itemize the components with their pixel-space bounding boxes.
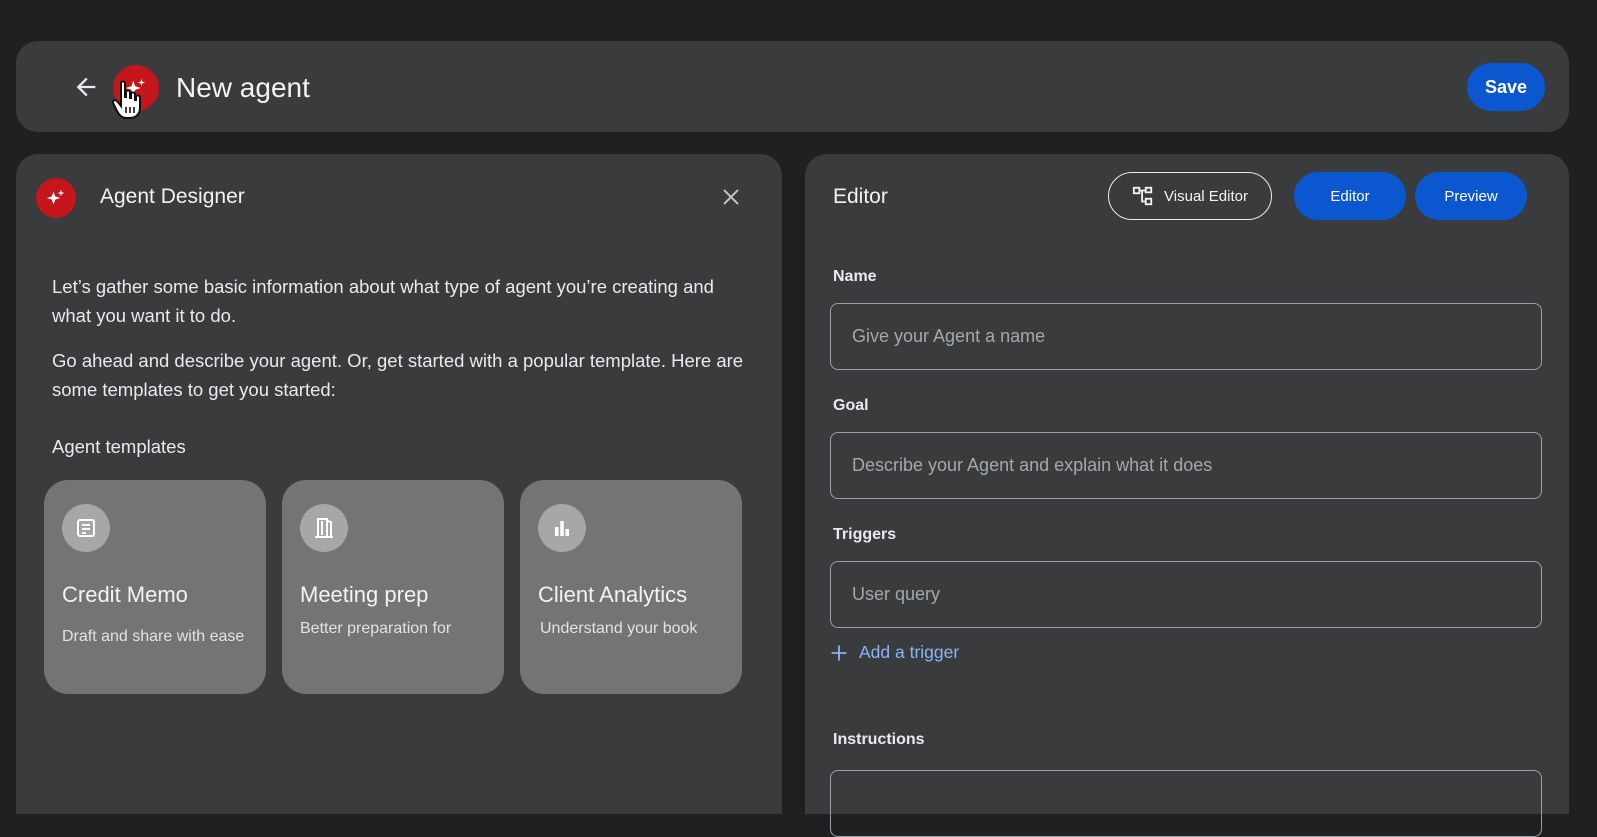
template-icon-wrapper <box>62 504 110 552</box>
template-title: Credit Memo <box>62 582 188 607</box>
goal-input[interactable] <box>830 432 1542 499</box>
name-input[interactable] <box>830 303 1542 370</box>
name-label: Name <box>833 268 877 285</box>
close-icon <box>723 189 739 205</box>
intro-paragraph: Let’s gather some basic information abou… <box>52 276 714 326</box>
template-card-credit-memo[interactable]: Credit Memo Draft and share with ease <box>44 480 266 694</box>
save-button[interactable]: Save <box>1467 63 1545 111</box>
designer-avatar <box>36 178 76 218</box>
top-bar: New agent Save <box>16 41 1569 132</box>
template-icon-wrapper <box>300 504 348 552</box>
template-icon-wrapper <box>538 504 586 552</box>
templates-heading: Agent templates <box>52 436 186 457</box>
visual-editor-button[interactable]: Visual Editor <box>1108 172 1272 220</box>
template-title: Client Analytics <box>538 582 688 607</box>
close-button[interactable] <box>716 182 746 212</box>
goal-label: Goal <box>833 397 869 414</box>
intro-paragraph: Go ahead and describe your agent. Or, ge… <box>52 350 744 400</box>
instructions-label: Instructions <box>833 731 925 748</box>
sparkle-icon <box>46 189 65 205</box>
visual-editor-label: Visual Editor <box>1164 187 1248 205</box>
door-icon <box>315 518 333 538</box>
back-button[interactable] <box>68 69 104 105</box>
agent-designer-panel: Agent Designer Let’s gather some basic i… <box>16 154 782 814</box>
preview-tab-button[interactable]: Preview <box>1415 172 1527 220</box>
designer-intro: Let’s gather some basic information abou… <box>52 272 752 420</box>
arrow-left-icon <box>76 77 96 97</box>
editor-title: Editor <box>833 185 888 208</box>
template-description: Draft and share with ease <box>62 628 245 645</box>
add-trigger-label: Add a trigger <box>859 642 960 662</box>
hand-cursor-icon <box>111 80 141 119</box>
template-description: Understand your book <box>540 620 698 637</box>
editor-tab-button[interactable]: Editor <box>1294 172 1406 220</box>
template-card-client-analytics[interactable]: Client Analytics Understand your book <box>520 480 742 694</box>
triggers-label: Triggers <box>833 526 897 543</box>
page-title: New agent <box>176 72 310 103</box>
designer-title: Agent Designer <box>100 185 245 208</box>
template-card-meeting-prep[interactable]: Meeting prep Better preparation for <box>282 480 504 694</box>
triggers-input[interactable] <box>830 561 1542 628</box>
template-description: Better preparation for <box>300 620 452 637</box>
bar-chart-icon <box>555 521 569 536</box>
add-trigger-link[interactable]: Add a trigger <box>829 642 959 663</box>
template-title: Meeting prep <box>300 582 429 607</box>
note-icon <box>77 519 95 537</box>
instructions-input[interactable] <box>830 770 1542 837</box>
flowchart-icon <box>1132 186 1153 206</box>
plus-icon <box>831 645 847 660</box>
editor-panel: Editor Visual Editor Editor Preview Name… <box>805 154 1569 837</box>
